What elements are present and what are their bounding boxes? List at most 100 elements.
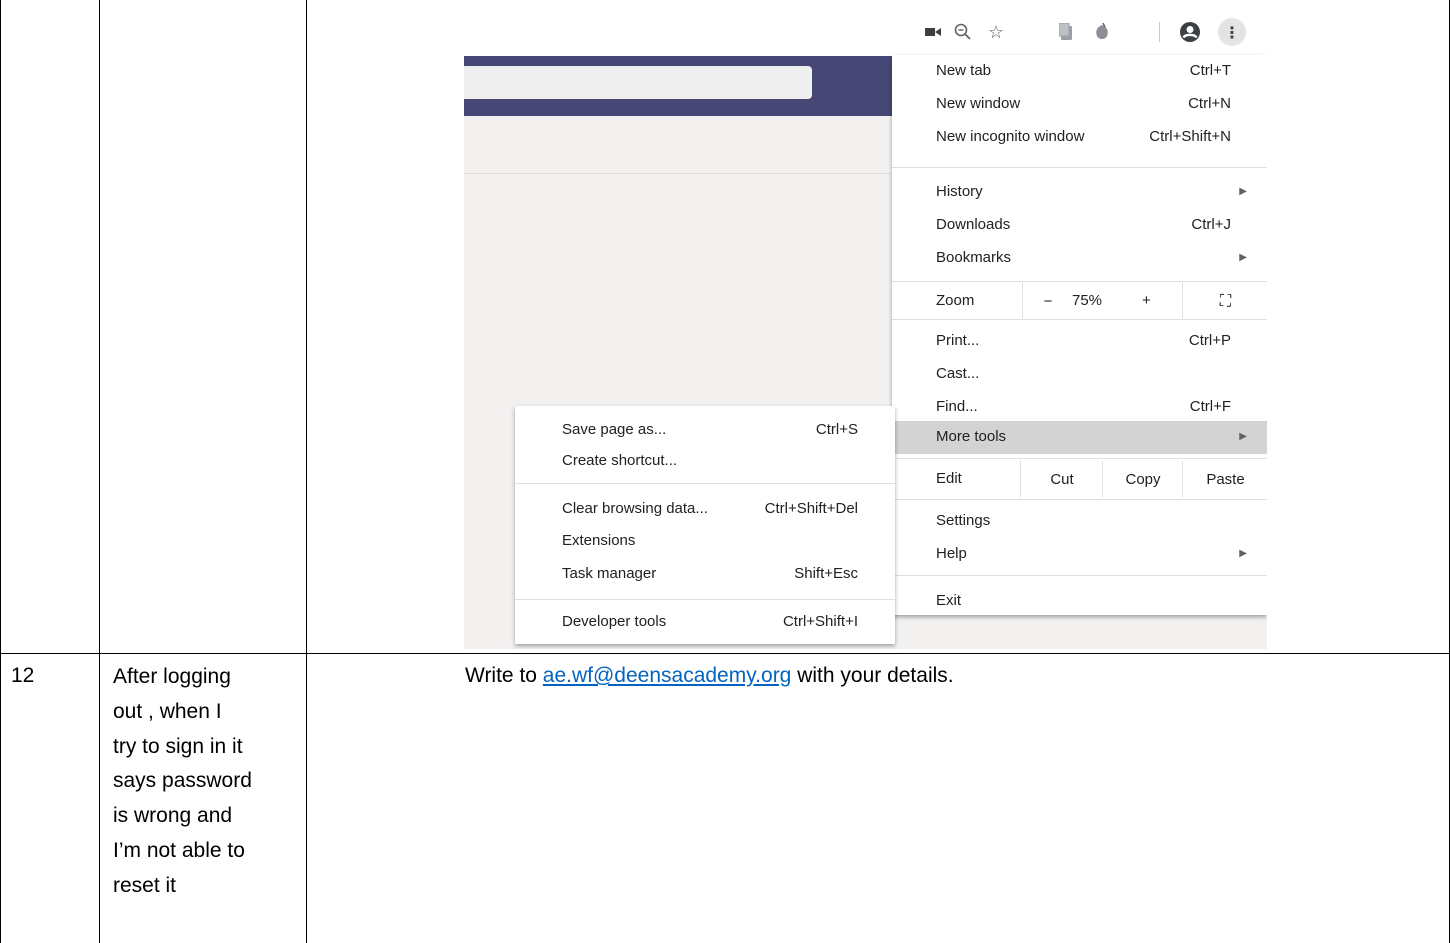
submenu-item-shortcut: Ctrl+Shift+Del — [764, 500, 858, 517]
menu-item-shortcut: Ctrl+P — [1188, 332, 1231, 349]
menu-separator — [892, 499, 1267, 500]
table-border-left — [0, 0, 1, 943]
menu-item-label: Find... — [936, 398, 978, 415]
menu-separator — [892, 319, 1267, 320]
row-number: 12 — [11, 664, 35, 687]
menu-item-label: More tools — [936, 428, 1007, 445]
question-line: reset it — [113, 873, 177, 897]
menu-item-label: New tab — [936, 62, 992, 79]
question-line: is wrong and — [113, 804, 233, 828]
menu-item-new-incognito[interactable]: New incognito window Ctrl+Shift+N — [892, 121, 1267, 154]
submenu-arrow-icon: ▶ — [1239, 186, 1247, 197]
question-line: out , when I — [113, 699, 222, 723]
menu-item-shortcut: Ctrl+Shift+N — [1149, 128, 1231, 145]
menu-item-shortcut: Ctrl+T — [1189, 62, 1231, 79]
menu-item-label: Help — [936, 545, 967, 562]
content-divider — [464, 173, 894, 174]
menu-item-shortcut: Ctrl+F — [1189, 398, 1231, 415]
menu-item-downloads[interactable]: Downloads Ctrl+J — [892, 209, 1267, 242]
submenu-arrow-icon: ▶ — [1239, 431, 1247, 442]
menu-item-label: New incognito window — [936, 128, 1085, 145]
chrome-menu: New tab Ctrl+T New window Ctrl+N New inc… — [892, 55, 1267, 615]
submenu-item-label: Clear browsing data... — [562, 500, 708, 517]
search-bar[interactable] — [464, 66, 812, 99]
fullscreen-icon[interactable]: ⛶ — [1182, 283, 1267, 319]
menu-icon[interactable]: ⋮ — [1218, 18, 1246, 46]
submenu-item-shortcut: Ctrl+S — [815, 421, 858, 438]
menu-item-label: Settings — [936, 512, 991, 529]
table-border-col1 — [99, 0, 100, 943]
menu-item-bookmarks[interactable]: Bookmarks ▶ — [892, 242, 1267, 275]
submenu-item-shortcut: Ctrl+Shift+I — [782, 613, 858, 630]
copy-button[interactable]: Copy — [1102, 461, 1183, 497]
submenu-item-clear-browsing-data[interactable]: Clear browsing data... Ctrl+Shift+Del — [515, 494, 895, 526]
profile-icon[interactable] — [1178, 20, 1202, 44]
cut-label: Cut — [1050, 470, 1074, 488]
menu-item-shortcut: Ctrl+J — [1191, 216, 1231, 233]
answer-suffix: with your details. — [791, 664, 954, 687]
menu-item-print[interactable]: Print... Ctrl+P — [892, 325, 1267, 358]
zoom-out-button[interactable]: − — [1022, 283, 1073, 319]
more-tools-submenu: Save page as... Ctrl+S Create shortcut..… — [515, 406, 895, 644]
submenu-item-shortcut: Shift+Esc — [794, 565, 858, 582]
submenu-item-label: Extensions — [562, 532, 636, 549]
menu-item-label: Bookmarks — [936, 249, 1012, 266]
question-line: I’m not able to — [113, 838, 245, 862]
copy-label: Copy — [1125, 470, 1161, 488]
menu-item-exit[interactable]: Exit — [892, 585, 1267, 618]
toolbar-separator — [1159, 22, 1160, 42]
submenu-item-save-page[interactable]: Save page as... Ctrl+S — [515, 415, 895, 447]
zoom-out-icon[interactable] — [951, 20, 975, 44]
question-line: After logging — [113, 665, 231, 688]
submenu-separator — [515, 483, 895, 484]
menu-item-more-tools[interactable]: More tools ▶ — [892, 421, 1267, 454]
menu-item-help[interactable]: Help ▶ — [892, 538, 1267, 571]
zoom-value: 75% — [1072, 292, 1103, 309]
question-line: says password — [113, 769, 252, 793]
edit-row: Edit Cut Copy Paste — [892, 461, 1267, 497]
zoom-in-button[interactable]: + — [1142, 292, 1151, 309]
menu-item-label: Exit — [936, 592, 962, 609]
menu-item-new-window[interactable]: New window Ctrl+N — [892, 88, 1267, 121]
cut-button[interactable]: Cut — [1020, 461, 1103, 497]
menu-separator — [892, 575, 1267, 576]
paste-button[interactable]: Paste — [1182, 461, 1267, 497]
submenu-item-extensions[interactable]: Extensions — [515, 526, 895, 558]
zoom-label: Zoom — [936, 292, 975, 309]
menu-separator — [892, 167, 1267, 168]
answer-prefix: Write to — [465, 664, 543, 687]
zoom-plus-label: + — [1142, 292, 1151, 309]
menu-item-label: Print... — [936, 332, 980, 349]
answer-text: Write to ae.wf@deensacademy.org with you… — [465, 664, 954, 688]
menu-item-history[interactable]: History ▶ — [892, 176, 1267, 209]
video-camera-icon[interactable] — [921, 20, 945, 44]
browser-screenshot: ☆ ⋮ New tab Ctrl+T New window Ctrl+N New… — [464, 8, 1267, 649]
submenu-item-task-manager[interactable]: Task manager Shift+Esc — [515, 559, 895, 591]
menu-item-new-tab[interactable]: New tab Ctrl+T — [892, 55, 1267, 88]
menu-item-label: History — [936, 183, 983, 200]
submenu-arrow-icon: ▶ — [1239, 548, 1247, 559]
menu-item-cast[interactable]: Cast... — [892, 358, 1267, 391]
menu-item-label: New window — [936, 95, 1021, 112]
submenu-item-create-shortcut[interactable]: Create shortcut... — [515, 446, 895, 478]
menu-item-settings[interactable]: Settings — [892, 505, 1267, 538]
menu-item-label: Downloads — [936, 216, 1011, 233]
question-text: After logging out , when I try to sign i… — [113, 660, 293, 904]
table-border-col2 — [306, 0, 307, 943]
submenu-item-developer-tools[interactable]: Developer tools Ctrl+Shift+I — [515, 607, 895, 639]
email-link[interactable]: ae.wf@deensacademy.org — [543, 664, 792, 687]
zoom-row: Zoom − 75% + ⛶ — [892, 283, 1267, 319]
submenu-item-label: Save page as... — [562, 421, 667, 438]
extension-icon[interactable] — [1054, 20, 1078, 44]
browser-toolbar: ☆ ⋮ — [464, 8, 1267, 57]
menu-item-label: Cast... — [936, 365, 980, 382]
question-line: try to sign in it — [113, 734, 243, 758]
table-row-divider — [0, 653, 1450, 654]
menu-item-find[interactable]: Find... Ctrl+F — [892, 391, 1267, 424]
submenu-item-label: Create shortcut... — [562, 452, 678, 469]
star-icon[interactable]: ☆ — [984, 20, 1008, 44]
menu-item-shortcut: Ctrl+N — [1188, 95, 1231, 112]
extension-icon-2[interactable] — [1090, 20, 1114, 44]
zoom-minus-label: − — [1043, 292, 1053, 310]
submenu-item-label: Developer tools — [562, 613, 667, 630]
